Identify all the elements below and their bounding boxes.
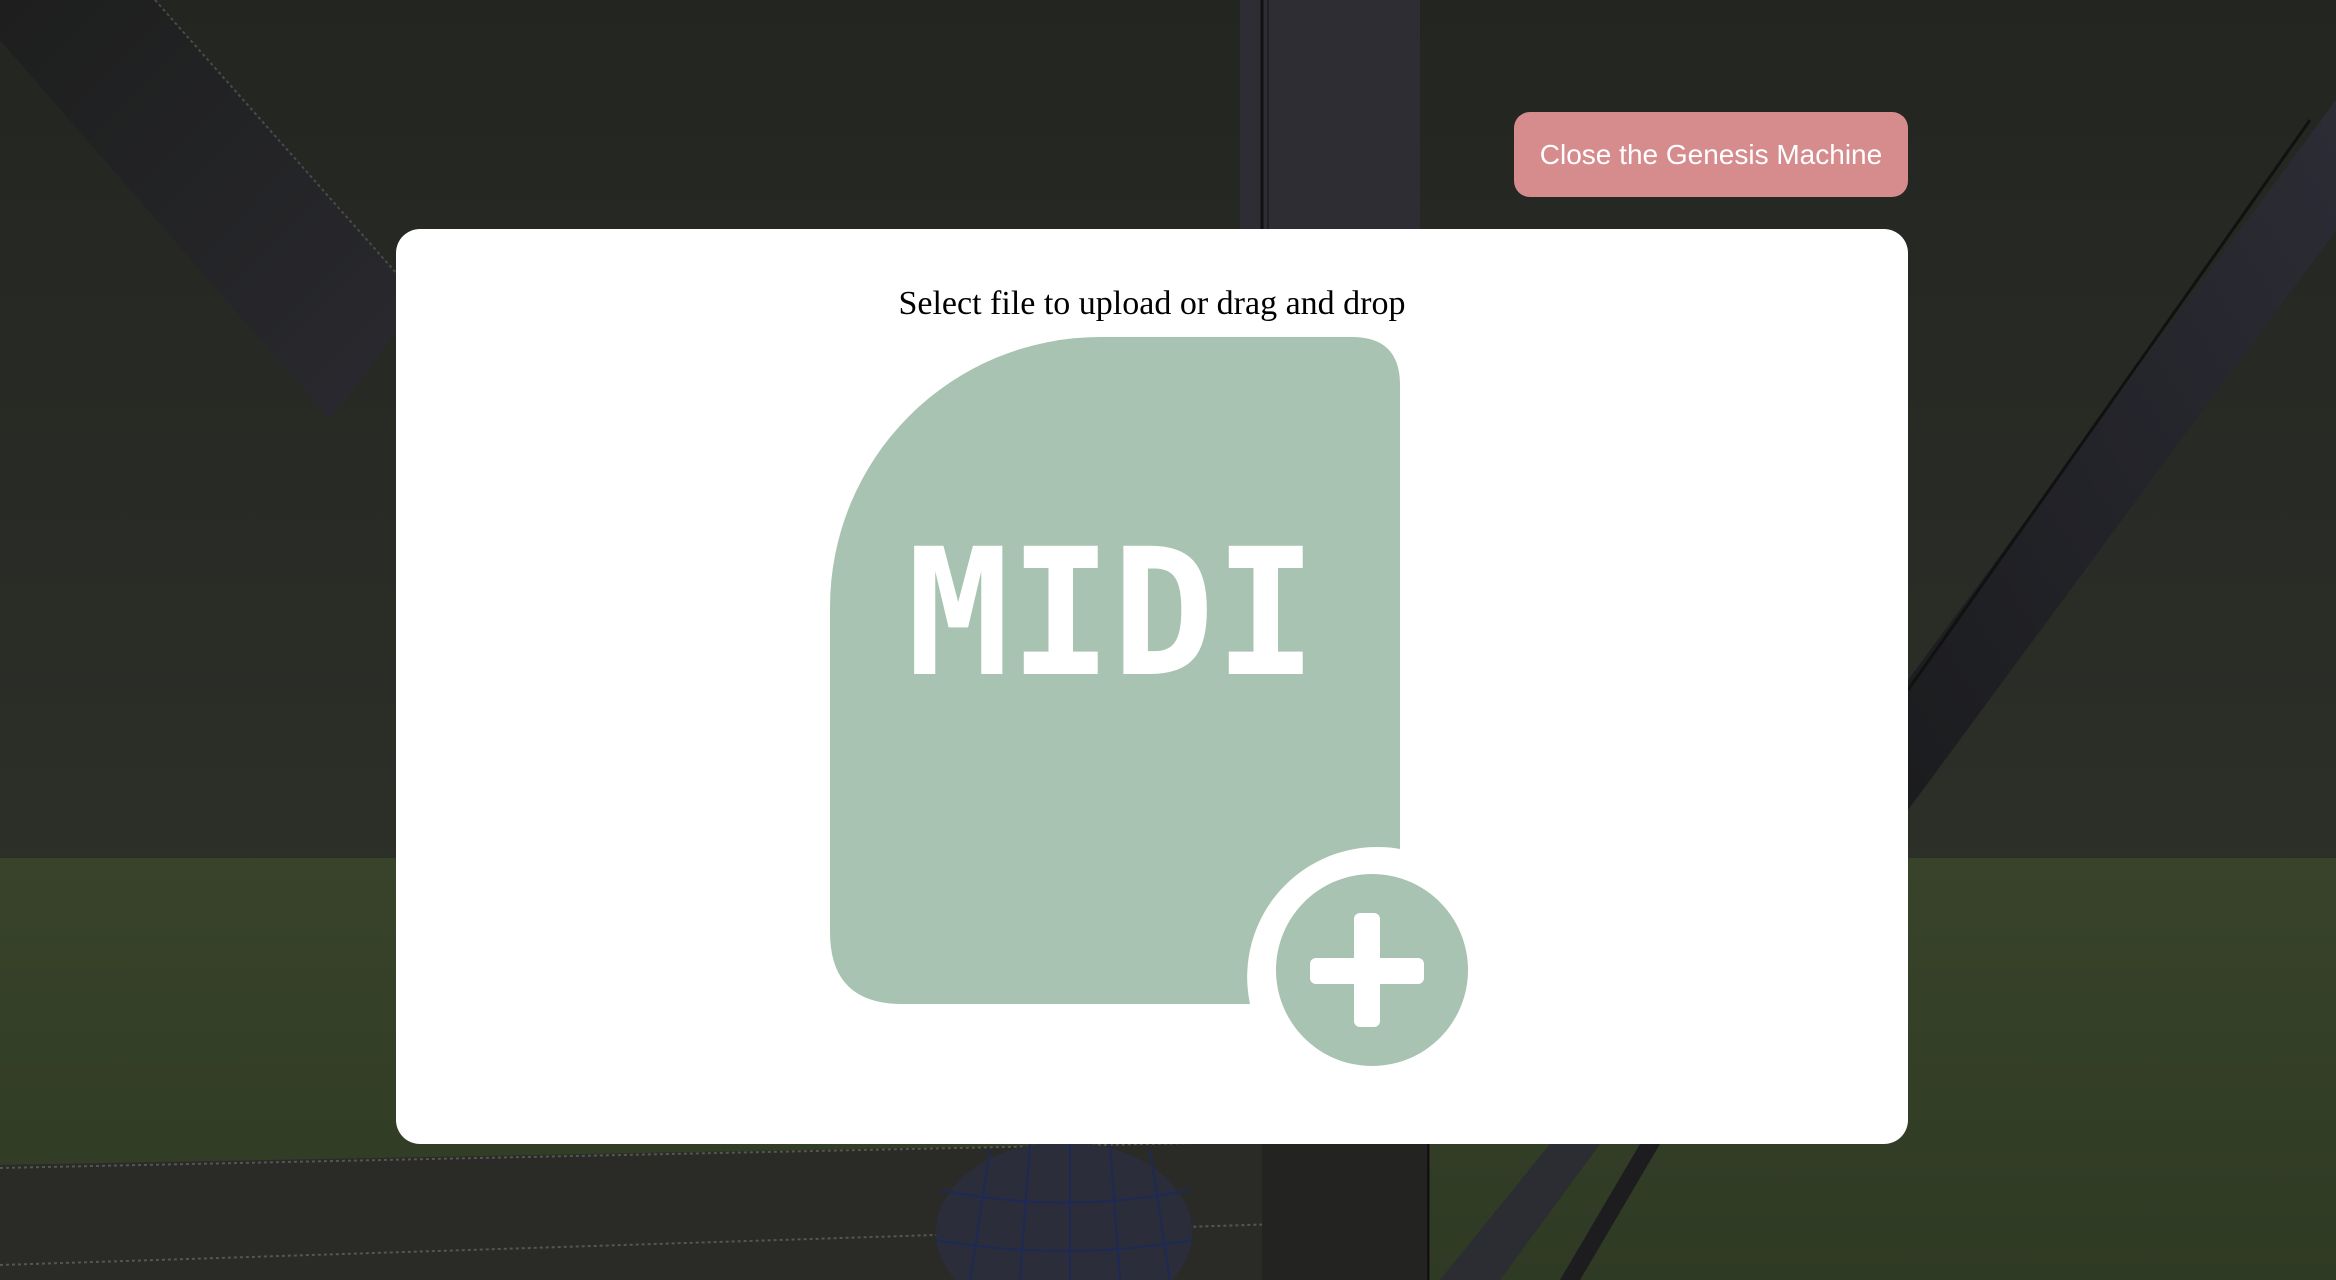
midi-icon-label: MIDI <box>907 511 1317 716</box>
close-genesis-machine-button[interactable]: Close the Genesis Machine <box>1514 112 1908 197</box>
midi-file-add-icon[interactable]: MIDI <box>830 337 1490 1069</box>
upload-prompt: Select file to upload or drag and drop <box>898 285 1406 322</box>
upload-modal: Select file to upload or drag and drop M… <box>396 229 1908 1144</box>
